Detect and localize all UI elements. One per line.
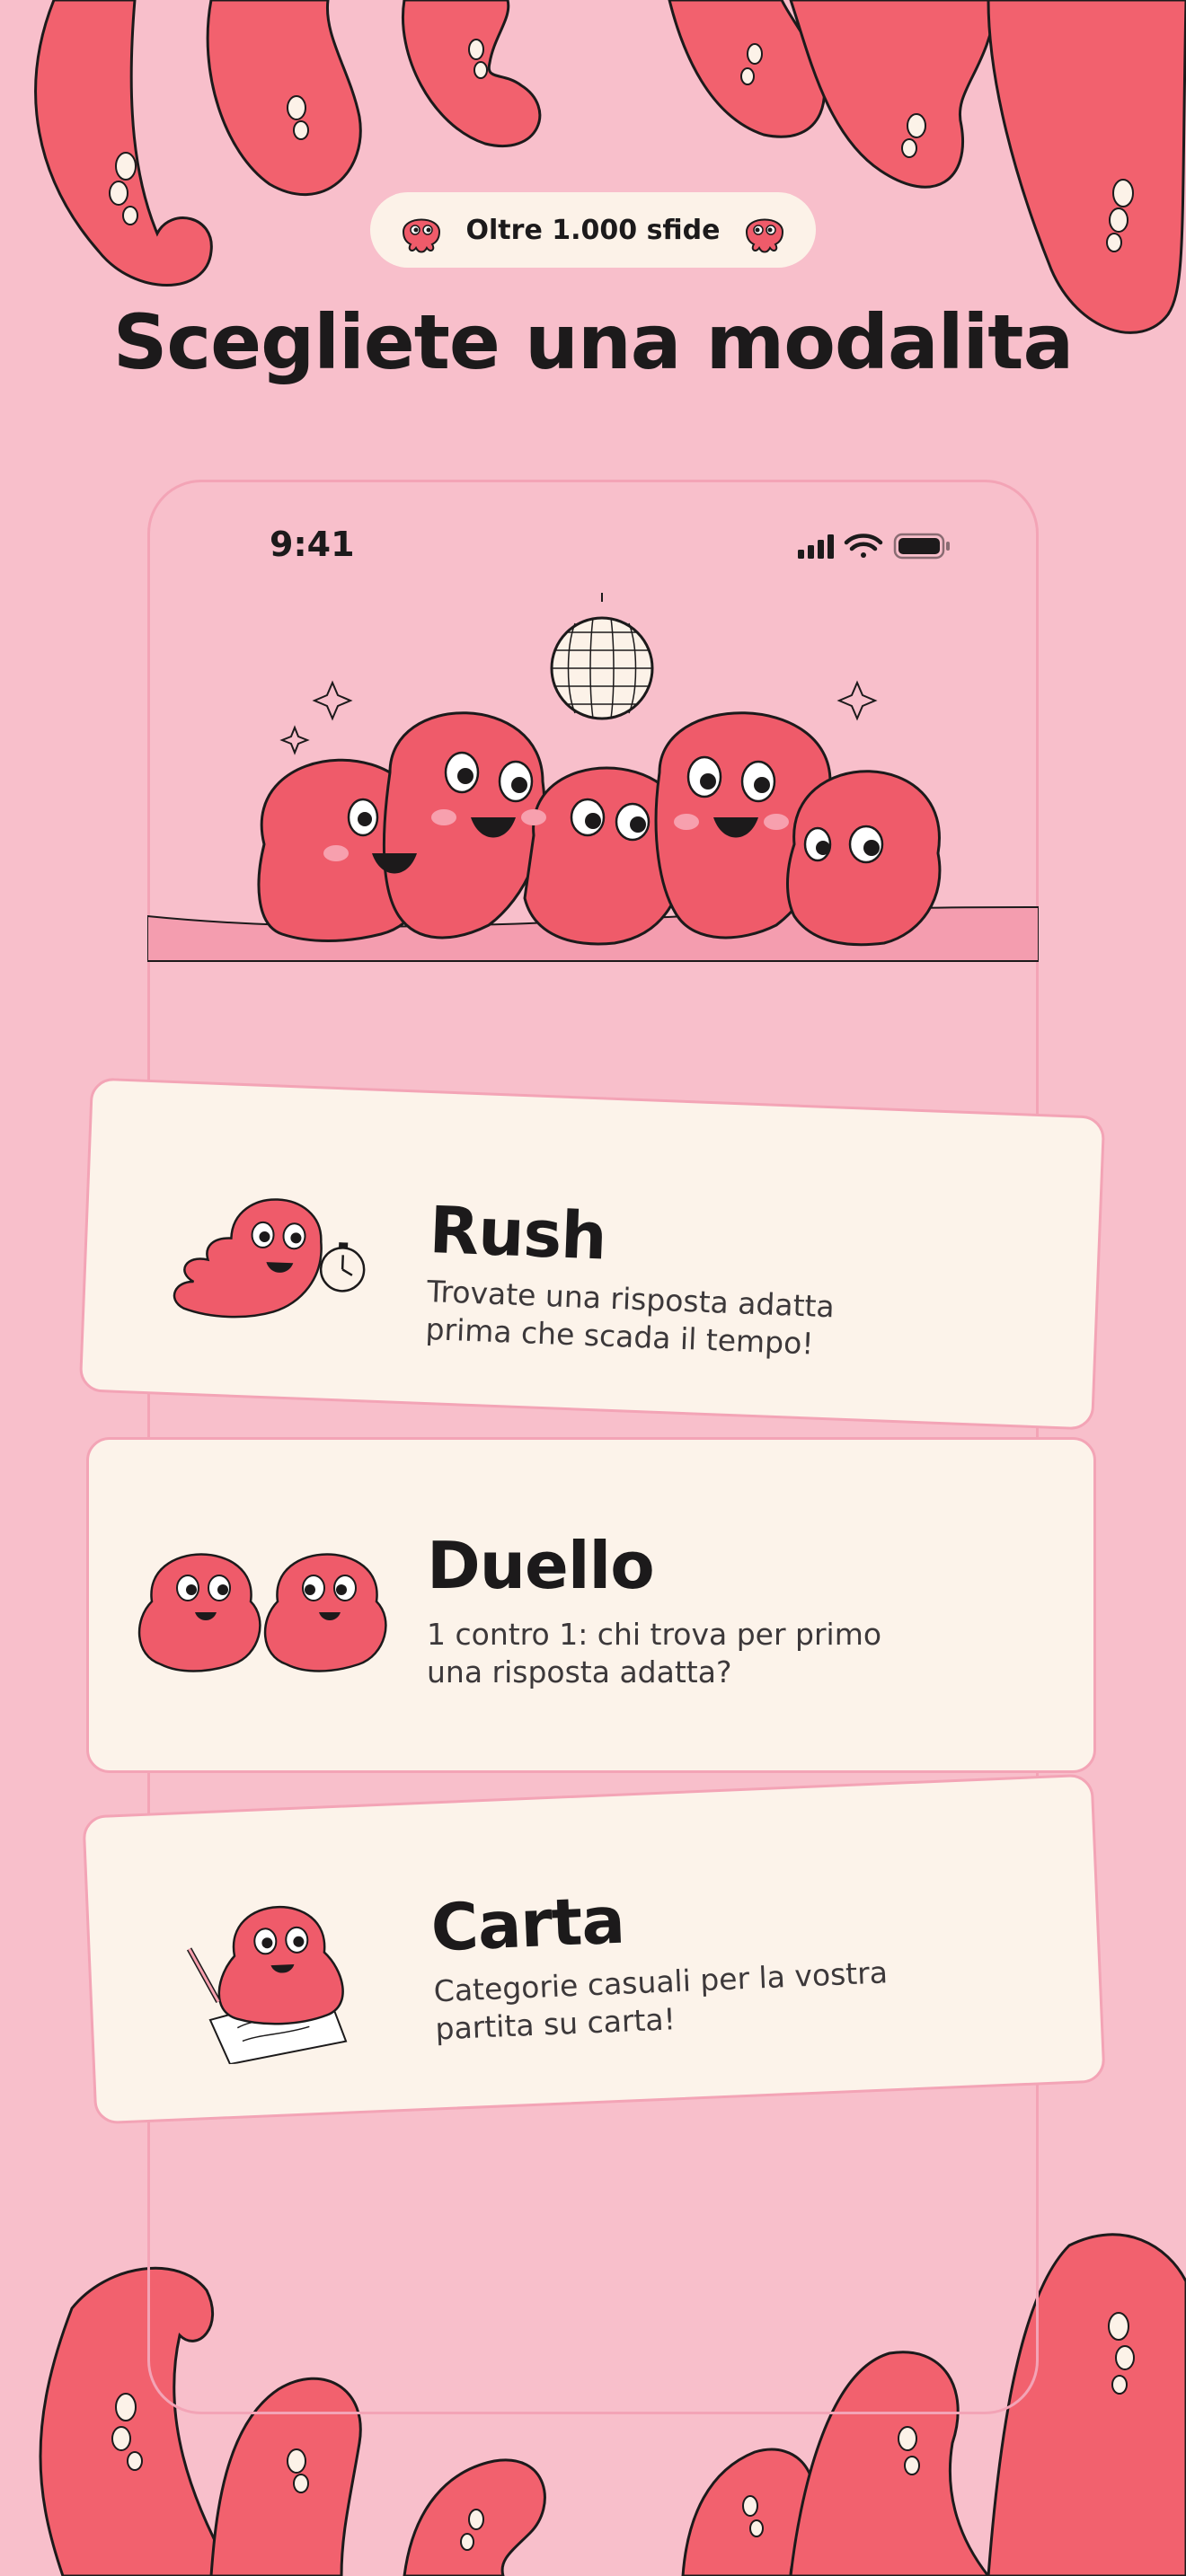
mode-description-rush: Trovate una risposta adatta prima che sc… [424, 1273, 836, 1362]
octopus-party-illustration [147, 593, 1039, 962]
mode-card-carta[interactable]: Carta Categorie casuali per la vostra pa… [82, 1773, 1106, 2125]
duello-octopuses-illustration [137, 1553, 387, 1672]
mode-title-duello: Duello [427, 1528, 655, 1603]
mode-title-carta: Carta [429, 1882, 626, 1966]
status-icons [798, 533, 950, 560]
octopus-icon [746, 218, 784, 253]
challenges-badge: Oltre 1.000 sfide [370, 192, 816, 268]
page-title: Scegliete una modalita [112, 298, 1074, 386]
mode-description-duello: 1 contro 1: chi trova per primo una risp… [427, 1617, 882, 1689]
status-time: 9:41 [270, 525, 355, 564]
wifi-icon [844, 534, 883, 558]
signal-icon [798, 534, 834, 559]
carta-octopus-illustration [186, 1905, 348, 2066]
mode-description-carta: Categorie casuali per la vostra partita … [432, 1954, 889, 2047]
mode-card-duello[interactable]: Duello 1 contro 1: chi trova per primo u… [86, 1437, 1096, 1773]
badge-label: Oltre 1.000 sfide [465, 214, 721, 246]
octopus-icon [402, 218, 440, 253]
battery-icon [893, 533, 950, 560]
mode-title-rush: Rush [428, 1192, 608, 1275]
rush-octopus-illustration [173, 1198, 366, 1319]
mode-card-rush[interactable]: Rush Trovate una risposta adatta prima c… [78, 1077, 1106, 1431]
